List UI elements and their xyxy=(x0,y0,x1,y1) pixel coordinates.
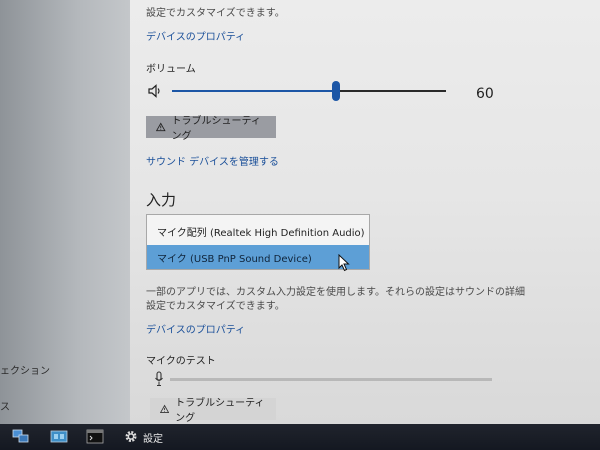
taskbar: 設定 xyxy=(0,424,600,450)
input-description-line1: 一部のアプリでは、カスタム入力設定を使用します。それらの設定はサウンドの詳細 xyxy=(146,287,525,298)
input-troubleshoot-button[interactable]: トラブルシューティング xyxy=(150,398,276,424)
volume-slider-track[interactable] xyxy=(172,90,446,92)
input-device-dropdown[interactable]: マイク配列 (Realtek High Definition Audio) マイ… xyxy=(146,214,370,270)
terminal-icon[interactable] xyxy=(86,429,104,444)
sidebar: ェクション ス xyxy=(0,0,130,424)
input-device-option-realtek[interactable]: マイク配列 (Realtek High Definition Audio) xyxy=(147,219,369,243)
warning-icon xyxy=(160,404,170,413)
mic-level-meter xyxy=(170,378,492,381)
explorer-icon[interactable] xyxy=(50,429,68,444)
settings-taskbar-label[interactable]: 設定 xyxy=(143,430,163,445)
mic-test-label: マイクのテスト xyxy=(146,356,216,367)
volume-value: 60 xyxy=(476,86,494,102)
gear-icon[interactable] xyxy=(122,429,140,444)
option-label: マイク (USB PnP Sound Device) xyxy=(157,253,312,265)
volume-label: ボリューム xyxy=(146,64,196,75)
manage-sound-devices-link[interactable]: サウンド デバイスを管理する xyxy=(146,153,279,168)
microphone-icon xyxy=(155,371,163,386)
network-icon[interactable] xyxy=(12,429,30,444)
mouse-cursor-icon xyxy=(338,254,350,272)
warning-icon xyxy=(156,122,166,132)
input-description-line2: 設定でカスタマイズできます。 xyxy=(146,301,285,312)
sidebar-item-label[interactable]: ス xyxy=(0,398,10,413)
option-label: マイク配列 (Realtek High Definition Audio) xyxy=(157,227,365,239)
troubleshoot-label: トラブルシューティング xyxy=(171,116,261,142)
output-device-properties-link[interactable]: デバイスのプロパティ xyxy=(146,28,245,43)
troubleshoot-label: トラブルシューティング xyxy=(175,398,265,424)
input-heading: 入力 xyxy=(146,191,177,209)
volume-slider-thumb[interactable] xyxy=(332,81,341,101)
output-troubleshoot-button[interactable]: トラブルシューティング xyxy=(146,116,276,142)
input-device-option-usb[interactable]: マイク (USB PnP Sound Device) xyxy=(147,245,369,269)
input-device-properties-link[interactable]: デバイスのプロパティ xyxy=(146,321,245,336)
output-description: 設定でカスタマイズできます。 xyxy=(146,8,285,19)
volume-slider-fill xyxy=(172,90,337,92)
sidebar-item-label[interactable]: ェクション xyxy=(0,362,50,377)
speaker-icon[interactable] xyxy=(148,84,162,98)
